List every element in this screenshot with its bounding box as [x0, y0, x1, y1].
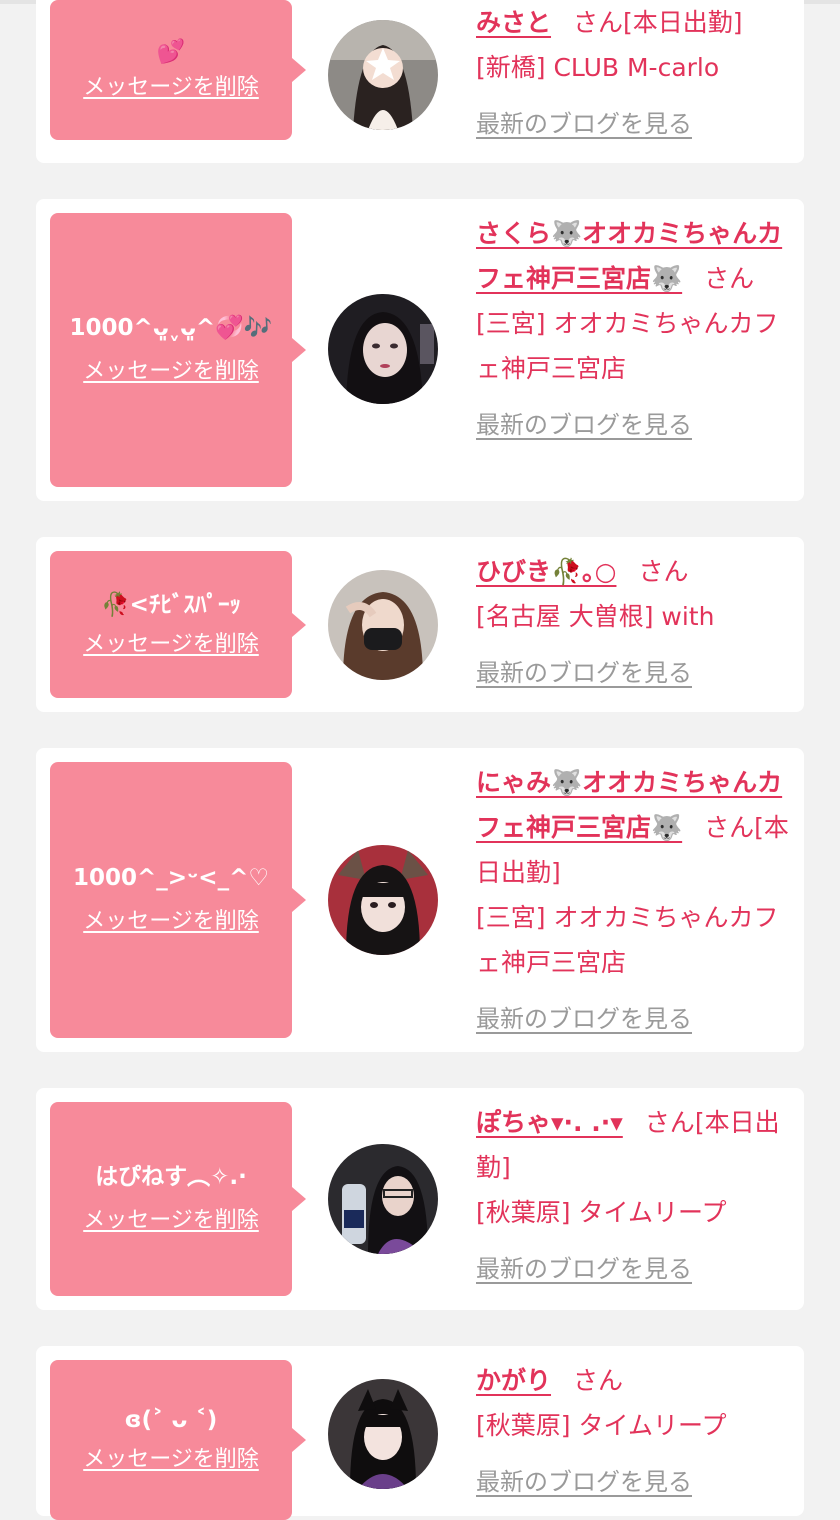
cast-info: にゃみ🐺オオカミちゃんカフェ神戸三宮店🐺 さん[本日出勤] [三宮] オオカミちゃ… [476, 760, 798, 1042]
avatar[interactable] [328, 20, 438, 130]
latest-blog-link[interactable]: 最新のブログを見る [476, 997, 798, 1042]
delete-message-link[interactable]: メッセージを削除 [83, 1445, 259, 1475]
message-card: 1000^ᴗ͈ˬᴗ͈^💞🎶 メッセージを削除 さくら🐺オオカミちゃんカフェ神戸三… [36, 199, 804, 501]
honorific: さん [644, 1108, 695, 1137]
honorific: さん [573, 8, 624, 37]
delete-message-link[interactable]: メッセージを削除 [83, 1206, 259, 1236]
message-bubble: ɞ(˃ ᴗ ˂) メッセージを削除 [50, 1360, 306, 1520]
cast-info: みさと さん[本日出勤] [新橋] CLUB M-carlo 最新のブログを見る [476, 0, 798, 147]
cast-name-link[interactable]: ひびき🥀｡○ [476, 557, 616, 586]
message-bubble: 💕 メッセージを削除 [50, 0, 306, 140]
cast-name-link[interactable]: みさと [476, 8, 551, 37]
honorific: さん [573, 1366, 624, 1395]
message-bubble: 🥀<ﾁﾋﾞｽﾊﾟｰｯ メッセージを削除 [50, 551, 306, 698]
delete-message-link[interactable]: メッセージを削除 [83, 630, 259, 660]
cast-info: ぽちゃ▾·. .·▾ さん[本日出勤] [秋葉原] タイムリープ 最新のブログを見… [476, 1100, 798, 1292]
latest-blog-link[interactable]: 最新のブログを見る [476, 102, 798, 147]
message-card: 1000^_>ᵕ<_^♡ メッセージを削除 にゃみ🐺オオカミちゃんカフェ神戸三宮… [36, 748, 804, 1052]
cast-name-link[interactable]: ぽちゃ▾·. .·▾ [476, 1108, 623, 1137]
avatar[interactable] [328, 845, 438, 955]
shop-label: [三宮] オオカミちゃんカフェ神戸三宮店 [476, 309, 779, 383]
status-label: [本日出勤] [623, 8, 743, 37]
honorific: さん [704, 264, 755, 293]
message-bubble: 1000^_>ᵕ<_^♡ メッセージを削除 [50, 762, 306, 1038]
message-bubble: 1000^ᴗ͈ˬᴗ͈^💞🎶 メッセージを削除 [50, 213, 306, 487]
cast-info: さくら🐺オオカミちゃんカフェ神戸三宮店🐺 さん [三宮] オオカミちゃんカフェ神戸… [476, 211, 798, 448]
latest-blog-link[interactable]: 最新のブログを見る [476, 1460, 798, 1505]
delete-message-link[interactable]: メッセージを削除 [83, 357, 259, 387]
cast-name-link[interactable]: かがり [476, 1366, 551, 1395]
message-text: はぴねす︵✧.· [95, 1164, 247, 1190]
message-bubble: はぴねす︵✧.· メッセージを削除 [50, 1102, 306, 1296]
delete-message-link[interactable]: メッセージを削除 [83, 907, 259, 937]
message-card: ɞ(˃ ᴗ ˂) メッセージを削除 かがり さん [秋葉原] タイムリープ 最新の… [36, 1346, 804, 1520]
avatar[interactable] [328, 1144, 438, 1254]
honorific: さん [638, 557, 689, 586]
avatar[interactable] [328, 294, 438, 404]
message-text: 🥀<ﾁﾋﾞｽﾊﾟｰｯ [101, 591, 241, 618]
shop-label: [三宮] オオカミちゃんカフェ神戸三宮店 [476, 903, 779, 977]
message-text: 💕 [156, 39, 186, 65]
shop-label: [名古屋 大曽根] with [476, 602, 715, 631]
latest-blog-link[interactable]: 最新のブログを見る [476, 1247, 798, 1292]
shop-label: [秋葉原] タイムリープ [476, 1411, 727, 1440]
message-text: ɞ(˃ ᴗ ˂) [124, 1407, 218, 1433]
latest-blog-link[interactable]: 最新のブログを見る [476, 403, 798, 448]
cast-info: ひびき🥀｡○ さん [名古屋 大曽根] with 最新のブログを見る [476, 549, 798, 696]
delete-message-link[interactable]: メッセージを削除 [83, 73, 259, 103]
avatar[interactable] [328, 1379, 438, 1489]
message-text: 1000^_>ᵕ<_^♡ [73, 865, 269, 891]
latest-blog-link[interactable]: 最新のブログを見る [476, 651, 798, 696]
message-card: はぴねす︵✧.· メッセージを削除 ぽちゃ▾·. .·▾ さん[本日出勤] [秋葉… [36, 1088, 804, 1310]
shop-label: [秋葉原] タイムリープ [476, 1198, 727, 1227]
honorific: さん [704, 813, 755, 842]
message-card: 💕 メッセージを削除 みさと さん[本日出勤] [新橋] CLUB M-carlo… [36, 0, 804, 163]
avatar[interactable] [328, 570, 438, 680]
message-card: 🥀<ﾁﾋﾞｽﾊﾟｰｯ メッセージを削除 ひびき🥀｡○ さん [名古屋 大曽根] w… [36, 537, 804, 712]
shop-label: [新橋] CLUB M-carlo [476, 53, 720, 82]
message-text: 1000^ᴗ͈ˬᴗ͈^💞🎶 [69, 315, 273, 341]
cast-info: かがり さん [秋葉原] タイムリープ 最新のブログを見る [476, 1358, 798, 1505]
